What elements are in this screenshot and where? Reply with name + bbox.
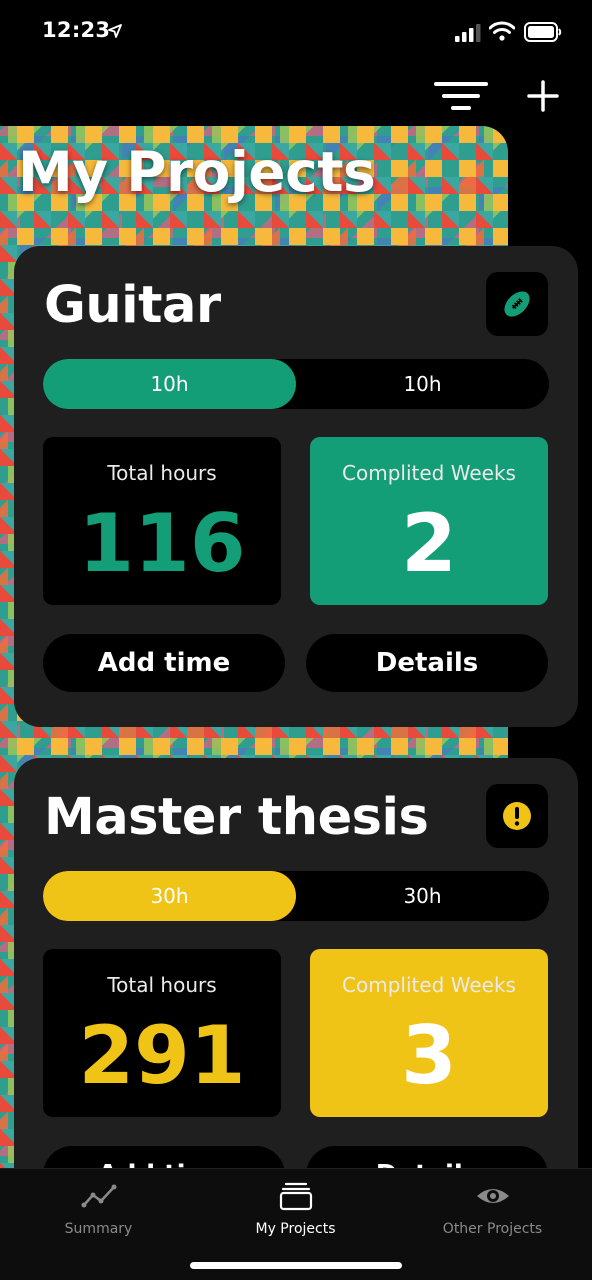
chart-line-icon xyxy=(81,1184,116,1208)
tab-label: Other Projects xyxy=(442,1221,543,1237)
project-icon-button[interactable] xyxy=(486,784,548,848)
total-hours-value: 291 xyxy=(78,1009,246,1102)
add-project-icon[interactable] xyxy=(524,76,562,116)
total-hours-value: 116 xyxy=(78,497,246,590)
completed-weeks-label: Complited Weeks xyxy=(342,461,516,485)
project-name: Guitar xyxy=(44,276,221,335)
completed-weeks-value: 3 xyxy=(401,1009,457,1102)
filter-icon[interactable] xyxy=(434,76,488,116)
total-hours-box: Total hours 116 xyxy=(43,437,281,605)
add-time-button[interactable]: Add time xyxy=(43,634,285,692)
battery-icon xyxy=(524,22,562,42)
tab-label: Summary xyxy=(64,1221,133,1237)
exclamation-icon xyxy=(503,802,531,830)
completed-weeks-value: 2 xyxy=(401,497,457,590)
tab-label: My Projects xyxy=(255,1221,336,1237)
tab-other-projects[interactable]: Other Projects xyxy=(394,1169,591,1249)
total-hours-label: Total hours xyxy=(107,973,217,997)
cellular-signal-icon xyxy=(455,24,481,42)
tab-my-projects[interactable]: My Projects xyxy=(197,1169,394,1249)
progress-done-label: 30h xyxy=(150,884,189,908)
project-icon-button[interactable] xyxy=(486,272,548,336)
weekly-progress-bar: 30h 30h xyxy=(43,871,549,921)
home-indicator xyxy=(190,1262,402,1269)
weekly-progress-bar: 10h 10h xyxy=(43,359,549,409)
completed-weeks-label: Complited Weeks xyxy=(342,973,516,997)
eye-icon xyxy=(476,1189,509,1203)
page-title: My Projects xyxy=(18,140,376,204)
progress-goal-label: 10h xyxy=(403,372,442,396)
wifi-icon xyxy=(489,21,515,41)
completed-weeks-box: Complited Weeks 3 xyxy=(310,949,548,1117)
football-icon xyxy=(504,291,530,317)
status-bar: 12:23 xyxy=(0,0,592,64)
completed-weeks-box: Complited Weeks 2 xyxy=(310,437,548,605)
progress-goal-label: 30h xyxy=(403,884,442,908)
total-hours-label: Total hours xyxy=(107,461,217,485)
app-screen: 12:23 My Projects Guitar 10h 10h Total h… xyxy=(0,0,592,1280)
project-name: Master thesis xyxy=(44,788,429,847)
progress-done-label: 10h xyxy=(150,372,189,396)
tab-summary[interactable]: Summary xyxy=(0,1169,197,1249)
stack-icon xyxy=(279,1182,312,1211)
location-arrow-icon xyxy=(108,24,122,38)
total-hours-box: Total hours 291 xyxy=(43,949,281,1117)
project-card-guitar: Guitar 10h 10h Total hours 116 Complited… xyxy=(14,246,578,727)
status-time: 12:23 xyxy=(42,18,111,42)
details-button[interactable]: Details xyxy=(306,634,548,692)
